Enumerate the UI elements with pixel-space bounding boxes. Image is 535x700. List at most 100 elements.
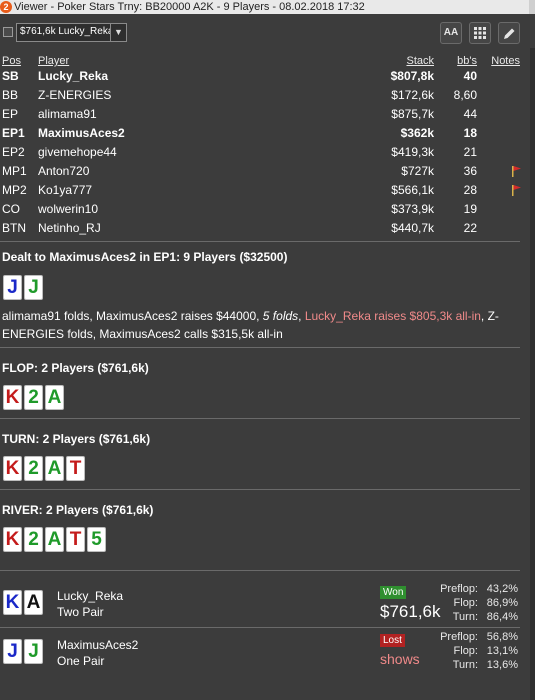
header-bb[interactable]: bb's xyxy=(457,55,477,67)
player-pos: EP2 xyxy=(2,145,25,159)
edit-icon xyxy=(503,28,514,39)
equity-label: Flop: xyxy=(453,597,478,609)
chevron-down-icon[interactable]: ▼ xyxy=(110,24,126,41)
combo-value: $761,6k Lucky_Reka xyxy=(20,26,110,37)
playing-card: K xyxy=(3,590,22,615)
select-checkbox[interactable] xyxy=(3,27,13,37)
player-pos: CO xyxy=(2,202,20,216)
playing-card: J xyxy=(3,275,22,300)
player-bb: 19 xyxy=(463,202,477,216)
font-size-button[interactable]: AA xyxy=(440,22,462,44)
divider xyxy=(0,489,520,490)
header-notes[interactable]: Notes xyxy=(491,55,520,67)
player-row[interactable]: CO wolwerin10 $373,9k 19 xyxy=(0,200,535,219)
preflop-title: Dealt to MaximusAces2 in EP1: 9 Players … xyxy=(2,250,288,264)
player-name: Z-ENERGIES xyxy=(38,88,112,102)
action-allin: Lucky_Reka raises $805,3k all-in xyxy=(304,309,481,323)
equity-label: Preflop: xyxy=(440,631,478,643)
equity-value: 13,1% xyxy=(486,645,518,657)
player-bb: 8,60 xyxy=(453,88,477,102)
header-pos[interactable]: Pos xyxy=(2,55,21,67)
player-stack: $172,6k xyxy=(391,88,434,102)
playing-card: A xyxy=(24,590,43,615)
player-bb: 18 xyxy=(463,126,477,140)
playing-card: K xyxy=(3,385,22,410)
grid-button[interactable] xyxy=(469,22,491,44)
player-stack: $807,8k xyxy=(390,69,434,83)
divider xyxy=(0,418,520,419)
player-row[interactable]: MP2 Ko1ya777 $566,1k 28 xyxy=(0,181,535,200)
header-stack[interactable]: Stack xyxy=(406,55,434,67)
player-stack: $373,9k xyxy=(391,202,434,216)
player-name: wolwerin10 xyxy=(38,202,99,216)
playing-card: A xyxy=(45,385,64,410)
playing-card: T xyxy=(66,456,85,481)
player-row[interactable]: SB Lucky_Reka $807,8k 40 xyxy=(0,67,535,86)
playing-card: A xyxy=(45,456,64,481)
note-flag-icon[interactable] xyxy=(510,184,522,196)
player-name: MaximusAces2 xyxy=(38,126,125,140)
equity-label: Turn: xyxy=(452,659,478,671)
player-row[interactable]: EP1 MaximusAces2 $362k 18 xyxy=(0,124,535,143)
playing-card: A xyxy=(45,527,64,552)
player-name: givemehope44 xyxy=(38,145,117,159)
action-text: alimama91 folds, MaximusAces2 raises $44… xyxy=(2,309,263,323)
player-bb: 40 xyxy=(463,69,477,83)
player-name: Lucky_Reka xyxy=(38,69,109,83)
player-pos: EP1 xyxy=(2,126,25,140)
note-flag-icon[interactable] xyxy=(510,165,522,177)
equity-label: Preflop: xyxy=(440,583,478,595)
player-pos: EP xyxy=(2,107,19,121)
loser-shows: shows xyxy=(380,651,420,667)
playing-card: J xyxy=(24,275,43,300)
scrollbar[interactable] xyxy=(530,48,535,700)
player-stack: $440,7k xyxy=(391,221,434,235)
divider xyxy=(0,347,520,348)
player-pos: MP1 xyxy=(2,164,27,178)
player-name: Anton720 xyxy=(38,164,90,178)
player-row[interactable]: BB Z-ENERGIES $172,6k 8,60 xyxy=(0,86,535,105)
toolbar: $761,6k Lucky_Reka ▼ AA xyxy=(0,14,535,48)
edit-button[interactable] xyxy=(498,22,520,44)
player-name: Ko1ya777 xyxy=(38,183,93,197)
river-title: RIVER: 2 Players ($761,6k) xyxy=(2,503,154,517)
equity-label: Turn: xyxy=(452,611,478,623)
won-badge: Won xyxy=(380,586,407,599)
player-row[interactable]: EP2 givemehope44 $419,3k 21 xyxy=(0,143,535,162)
action-folds: 5 folds xyxy=(262,309,299,323)
header-player[interactable]: Player xyxy=(38,55,69,67)
flop-title: FLOP: 2 Players ($761,6k) xyxy=(2,361,149,375)
equity-value: 13,6% xyxy=(486,659,518,671)
player-pos: BB xyxy=(2,88,19,102)
playing-card: 2 xyxy=(24,527,43,552)
loser-name: MaximusAces2 xyxy=(57,638,139,652)
player-stack: $419,3k xyxy=(391,145,434,159)
title-bar: 2 Viewer - Poker Stars Trny: BB20000 A2K… xyxy=(0,0,535,14)
action-separator: , xyxy=(298,309,305,323)
player-bb: 22 xyxy=(463,221,477,235)
player-row[interactable]: EP alimama91 $875,7k 44 xyxy=(0,105,535,124)
player-bb: 21 xyxy=(463,145,477,159)
font-size-icon: AA xyxy=(443,27,459,38)
player-stack: $362k xyxy=(400,126,434,140)
player-row[interactable]: BTN Netinho_RJ $440,7k 22 xyxy=(0,219,535,238)
player-row[interactable]: MP1 Anton720 $727k 36 xyxy=(0,162,535,181)
player-pos: BTN xyxy=(2,221,26,235)
divider xyxy=(0,241,520,242)
equity-value: 86,9% xyxy=(486,597,518,609)
window-edge xyxy=(529,0,535,14)
playing-card: T xyxy=(66,527,85,552)
loser-hand: One Pair xyxy=(57,654,105,668)
turn-title: TURN: 2 Players ($761,6k) xyxy=(2,432,151,446)
playing-card: 5 xyxy=(87,527,106,552)
player-stack: $727k xyxy=(401,164,434,178)
grid-icon xyxy=(474,27,486,39)
hand-select-combo[interactable]: $761,6k Lucky_Reka ▼ xyxy=(16,23,127,42)
equity-value: 43,2% xyxy=(486,583,518,595)
playing-card: J xyxy=(24,639,43,664)
lost-badge: Lost xyxy=(380,634,405,647)
preflop-actions: alimama91 folds, MaximusAces2 raises $44… xyxy=(2,307,517,343)
playing-card: 2 xyxy=(24,385,43,410)
equity-label: Flop: xyxy=(453,645,478,657)
winner-hand: Two Pair xyxy=(57,605,104,619)
